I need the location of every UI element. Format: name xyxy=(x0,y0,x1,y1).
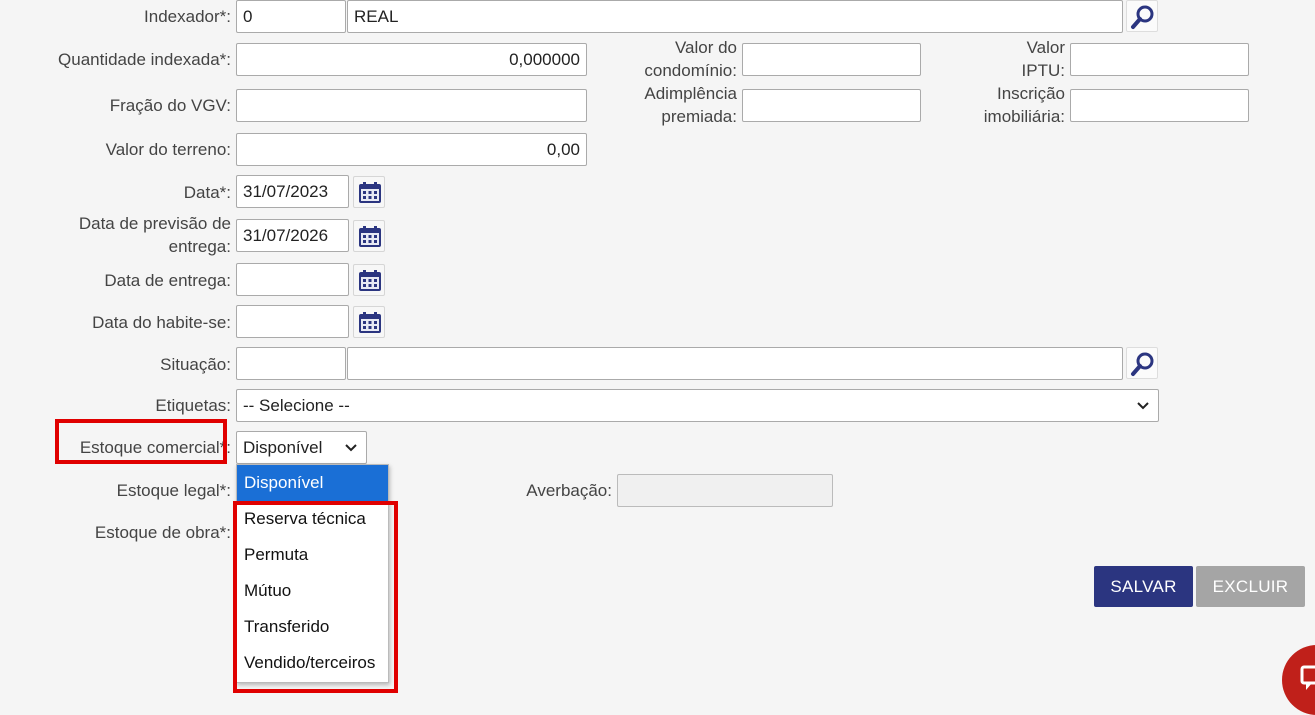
adimplencia-premiada-label-line1: Adimplência xyxy=(644,84,737,103)
quantidade-indexada-input[interactable]: 0,000000 xyxy=(236,43,587,76)
quantidade-indexada-label: Quantidade indexada*: xyxy=(58,50,231,69)
valor-iptu-label-line1: Valor xyxy=(1026,38,1065,57)
adimplencia-premiada-input[interactable] xyxy=(742,89,921,122)
chevron-down-icon xyxy=(1137,402,1149,410)
adimplencia-premiada-label: Adimplência premiada: xyxy=(590,82,737,128)
data-previsao-entrega-label: Data de previsão de entrega: xyxy=(0,212,231,258)
chat-icon xyxy=(1300,665,1315,690)
valor-condominio-label-line1: Valor do xyxy=(674,38,737,57)
fracao-vgv-input[interactable] xyxy=(236,89,587,122)
adimplencia-premiada-label-line2: premiada: xyxy=(661,107,737,126)
etiquetas-select-value: -- Selecione -- xyxy=(243,396,350,415)
data-previsao-entrega-label-line2: entrega: xyxy=(168,237,231,256)
fracao-vgv-label: Fração do VGV: xyxy=(109,96,231,115)
calendar-icon xyxy=(359,312,381,333)
data-habite-se-calendar-button[interactable] xyxy=(353,306,385,338)
search-icon xyxy=(1131,352,1154,376)
indexador-search-button[interactable] xyxy=(1126,0,1158,32)
option-vendido-terceiros[interactable]: Vendido/terceiros xyxy=(237,645,388,681)
data-previsao-entrega-calendar-button[interactable] xyxy=(353,220,385,252)
valor-iptu-input[interactable] xyxy=(1070,43,1249,76)
valor-iptu-label: Valor IPTU: xyxy=(920,36,1065,82)
indexador-label: Indexador*: xyxy=(144,7,231,26)
estoque-legal-label: Estoque legal*: xyxy=(116,481,231,500)
data-previsao-entrega-input[interactable]: 31/07/2026 xyxy=(236,219,349,252)
calendar-icon xyxy=(359,182,381,203)
data-entrega-input[interactable] xyxy=(236,263,349,296)
valor-condominio-input[interactable] xyxy=(742,43,921,76)
data-entrega-calendar-button[interactable] xyxy=(353,264,385,296)
situacao-search-button[interactable] xyxy=(1126,347,1158,379)
option-transferido[interactable]: Transferido xyxy=(237,609,388,645)
data-label: Data*: xyxy=(183,183,231,202)
situacao-code-input[interactable] xyxy=(236,347,346,380)
save-button[interactable]: SALVAR xyxy=(1094,566,1193,607)
chat-floating-button[interactable] xyxy=(1282,645,1315,715)
option-disponivel[interactable]: Disponível xyxy=(237,465,388,501)
indexador-name-input[interactable]: REAL xyxy=(347,0,1123,33)
valor-condominio-label: Valor do condomínio: xyxy=(590,36,737,82)
etiquetas-select[interactable]: -- Selecione -- xyxy=(236,389,1159,422)
estoque-comercial-label: Estoque comercial*: xyxy=(79,438,231,457)
inscricao-imobiliaria-label-line1: Inscrição xyxy=(996,84,1065,103)
indexador-code-input[interactable]: 0 xyxy=(236,0,346,33)
data-previsao-entrega-label-line1: Data de previsão de xyxy=(78,214,231,233)
valor-terreno-input[interactable]: 0,00 xyxy=(236,133,587,166)
option-mutuo[interactable]: Mútuo xyxy=(237,573,388,609)
valor-terreno-label: Valor do terreno: xyxy=(105,140,231,159)
situacao-name-input[interactable] xyxy=(347,347,1123,380)
inscricao-imobiliaria-label-line2: imobiliária: xyxy=(983,107,1065,126)
data-calendar-button[interactable] xyxy=(353,176,385,208)
delete-button[interactable]: EXCLUIR xyxy=(1196,566,1305,607)
inscricao-imobiliaria-input[interactable] xyxy=(1070,89,1249,122)
data-input[interactable]: 31/07/2023 xyxy=(236,175,349,208)
averbacao-label: Averbação: xyxy=(526,481,612,500)
estoque-comercial-select[interactable]: Disponível xyxy=(236,431,367,464)
option-reserva-tecnica[interactable]: Reserva técnica xyxy=(237,501,388,537)
inscricao-imobiliaria-label: Inscrição imobiliária: xyxy=(920,82,1065,128)
option-permuta[interactable]: Permuta xyxy=(237,537,388,573)
estoque-comercial-select-value: Disponível xyxy=(243,438,323,457)
data-habite-se-input[interactable] xyxy=(236,305,349,338)
calendar-icon xyxy=(359,270,381,291)
averbacao-input xyxy=(617,474,833,507)
data-entrega-label: Data de entrega: xyxy=(104,271,231,290)
data-habite-se-label: Data do habite-se: xyxy=(92,313,231,332)
etiquetas-label: Etiquetas: xyxy=(155,396,231,415)
calendar-icon xyxy=(359,226,381,247)
valor-iptu-label-line2: IPTU: xyxy=(1021,61,1065,80)
search-icon xyxy=(1131,5,1154,29)
situacao-label: Situação: xyxy=(160,355,231,374)
estoque-obra-label: Estoque de obra*: xyxy=(94,523,231,542)
chevron-down-icon xyxy=(345,444,357,452)
valor-condominio-label-line2: condomínio: xyxy=(644,61,737,80)
estoque-comercial-options-list: Disponível Reserva técnica Permuta Mútuo… xyxy=(236,464,389,683)
